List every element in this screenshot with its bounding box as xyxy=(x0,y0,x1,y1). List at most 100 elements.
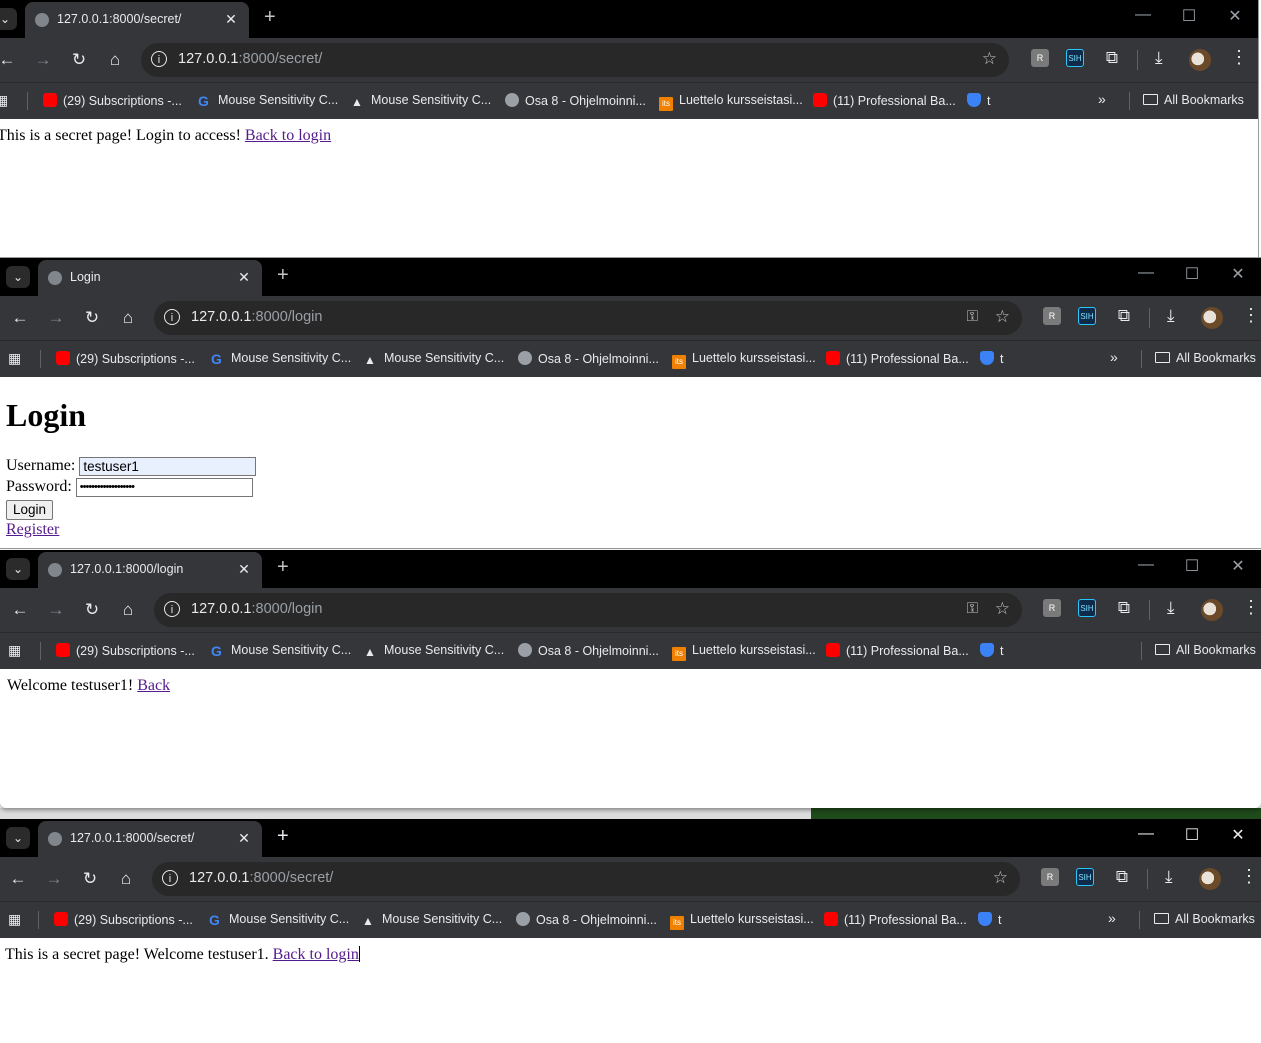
url-text[interactable]: 127.0.0.1:8000/login xyxy=(191,309,322,325)
bookmark-item[interactable]: (11) Professional Ba... xyxy=(826,351,969,366)
close-window-button[interactable]: ✕ xyxy=(1212,6,1258,26)
bookmark-item[interactable]: t xyxy=(980,643,1003,658)
close-window-button[interactable]: ✕ xyxy=(1215,556,1261,576)
username-input[interactable]: testuser1 xyxy=(79,457,257,476)
home-button[interactable]: ⌂ xyxy=(116,306,140,330)
back-to-login-link[interactable]: Back to login xyxy=(245,127,331,144)
bookmark-item[interactable]: ▲ Mouse Sensitivity C... xyxy=(362,912,502,928)
profile-avatar[interactable] xyxy=(1199,868,1221,890)
bookmark-item[interactable]: its Luettelo kursseistasi... xyxy=(672,643,816,661)
password-key-icon[interactable]: ⚿ xyxy=(967,600,978,617)
home-button[interactable]: ⌂ xyxy=(116,598,140,622)
bookmark-item[interactable]: ▲ Mouse Sensitivity C... xyxy=(364,643,504,659)
new-tab-button[interactable]: + xyxy=(277,556,289,579)
bookmark-item[interactable]: Osa 8 - Ohjelmoinni... xyxy=(516,912,657,927)
address-bar[interactable]: i 127.0.0.1:8000/login ⚿ ☆ xyxy=(154,593,1022,627)
r-extension-icon[interactable]: R xyxy=(1031,49,1049,67)
forward-button[interactable]: → xyxy=(31,48,55,72)
back-link[interactable]: Back xyxy=(137,677,170,694)
apps-grid-icon[interactable]: ▦ xyxy=(8,911,21,928)
minimize-button[interactable]: — xyxy=(1123,825,1169,843)
bookmark-item[interactable]: its Luettelo kursseistasi... xyxy=(659,93,803,111)
sih-extension-icon[interactable]: SIH xyxy=(1076,868,1094,886)
maximize-button[interactable]: ☐ xyxy=(1166,6,1212,26)
extensions-puzzle-icon[interactable]: ⧉ xyxy=(1113,868,1131,886)
close-window-button[interactable]: ✕ xyxy=(1215,825,1261,845)
browser-tab[interactable]: 127.0.0.1:8000/login ✕ xyxy=(38,552,262,588)
bookmark-star-icon[interactable]: ☆ xyxy=(995,307,1010,327)
site-info-icon[interactable]: i xyxy=(164,309,180,325)
minimize-button[interactable]: — xyxy=(1123,264,1169,282)
tab-search-button[interactable]: ⌄ xyxy=(6,827,30,849)
reload-button[interactable]: ↻ xyxy=(80,306,104,330)
bookmark-item[interactable]: its Luettelo kursseistasi... xyxy=(670,912,814,930)
password-key-icon[interactable]: ⚿ xyxy=(967,308,978,325)
extensions-puzzle-icon[interactable]: ⧉ xyxy=(1115,599,1133,617)
apps-grid-icon[interactable]: ▦ xyxy=(8,350,21,367)
download-icon[interactable]: ⤓ xyxy=(1167,598,1175,618)
bookmark-item[interactable]: ▲ Mouse Sensitivity C... xyxy=(364,351,504,367)
address-bar[interactable]: i 127.0.0.1:8000/login ⚿ ☆ xyxy=(154,301,1022,335)
menu-icon[interactable]: ⋮ xyxy=(1240,866,1258,887)
all-bookmarks-button[interactable]: All Bookmarks xyxy=(1155,351,1256,365)
bookmark-item[interactable]: (11) Professional Ba... xyxy=(813,93,956,108)
address-bar[interactable]: i 127.0.0.1:8000/secret/ ☆ xyxy=(141,43,1009,77)
all-bookmarks-button[interactable]: All Bookmarks xyxy=(1155,643,1256,657)
bookmark-item[interactable]: t xyxy=(980,351,1003,366)
more-bookmarks-chevron[interactable]: » xyxy=(1098,91,1106,107)
all-bookmarks-button[interactable]: All Bookmarks xyxy=(1154,912,1255,926)
more-bookmarks-chevron[interactable]: » xyxy=(1110,349,1118,365)
menu-icon[interactable]: ⋮ xyxy=(1242,597,1260,618)
sih-extension-icon[interactable]: SIH xyxy=(1066,49,1084,67)
close-icon[interactable]: ✕ xyxy=(234,267,254,287)
bookmark-item[interactable]: its Luettelo kursseistasi... xyxy=(672,351,816,369)
reload-button[interactable]: ↻ xyxy=(78,867,102,891)
bookmark-item[interactable]: t xyxy=(978,912,1001,927)
back-button[interactable]: ← xyxy=(6,867,30,891)
bookmark-item[interactable]: (11) Professional Ba... xyxy=(824,912,967,927)
bookmark-item[interactable]: (29) Subscriptions -... xyxy=(54,912,193,927)
download-icon[interactable]: ⤓ xyxy=(1167,306,1175,326)
forward-button[interactable]: → xyxy=(44,598,68,622)
minimize-button[interactable]: — xyxy=(1123,556,1169,574)
forward-button[interactable]: → xyxy=(42,867,66,891)
bookmark-item[interactable]: (11) Professional Ba... xyxy=(826,643,969,658)
bookmark-item[interactable]: G Mouse Sensitivity C... xyxy=(209,912,349,927)
maximize-button[interactable]: ☐ xyxy=(1169,264,1215,284)
bookmark-item[interactable]: G Mouse Sensitivity C... xyxy=(211,351,351,366)
maximize-button[interactable]: ☐ xyxy=(1169,556,1215,576)
bookmark-item[interactable]: (29) Subscriptions -... xyxy=(43,93,182,108)
close-window-button[interactable]: ✕ xyxy=(1215,264,1261,284)
profile-avatar[interactable] xyxy=(1201,307,1223,329)
minimize-button[interactable]: — xyxy=(1120,6,1166,24)
more-bookmarks-chevron[interactable]: » xyxy=(1108,910,1116,926)
r-extension-icon[interactable]: R xyxy=(1041,868,1059,886)
extensions-puzzle-icon[interactable]: ⧉ xyxy=(1115,307,1133,325)
close-icon[interactable]: ✕ xyxy=(221,9,241,29)
close-icon[interactable]: ✕ xyxy=(234,828,254,848)
site-info-icon[interactable]: i xyxy=(164,601,180,617)
back-button[interactable]: ← xyxy=(8,598,32,622)
password-input[interactable]: ••••••••••••••••••• xyxy=(75,478,253,497)
url-text[interactable]: 127.0.0.1:8000/login xyxy=(191,601,322,617)
back-to-login-link[interactable]: Back to login xyxy=(273,946,359,963)
profile-avatar[interactable] xyxy=(1201,599,1223,621)
bookmark-item[interactable]: Osa 8 - Ohjelmoinni... xyxy=(518,351,659,366)
bookmark-star-icon[interactable]: ☆ xyxy=(995,599,1010,619)
extensions-puzzle-icon[interactable]: ⧉ xyxy=(1103,49,1121,67)
sih-extension-icon[interactable]: SIH xyxy=(1078,307,1096,325)
new-tab-button[interactable]: + xyxy=(264,6,276,29)
bookmark-star-icon[interactable]: ☆ xyxy=(993,868,1008,888)
site-info-icon[interactable]: i xyxy=(151,51,167,67)
back-button[interactable]: ← xyxy=(8,306,32,330)
tab-search-button[interactable]: ⌄ xyxy=(6,266,30,288)
r-extension-icon[interactable]: R xyxy=(1043,599,1061,617)
home-button[interactable]: ⌂ xyxy=(103,48,127,72)
reload-button[interactable]: ↻ xyxy=(80,598,104,622)
back-button[interactable]: ← xyxy=(0,48,19,72)
new-tab-button[interactable]: + xyxy=(277,825,289,848)
bookmark-item[interactable]: Osa 8 - Ohjelmoinni... xyxy=(505,93,646,108)
profile-avatar[interactable] xyxy=(1189,49,1211,71)
browser-tab[interactable]: 127.0.0.1:8000/secret/ ✕ xyxy=(25,2,249,38)
bookmark-item[interactable]: G Mouse Sensitivity C... xyxy=(198,93,338,108)
